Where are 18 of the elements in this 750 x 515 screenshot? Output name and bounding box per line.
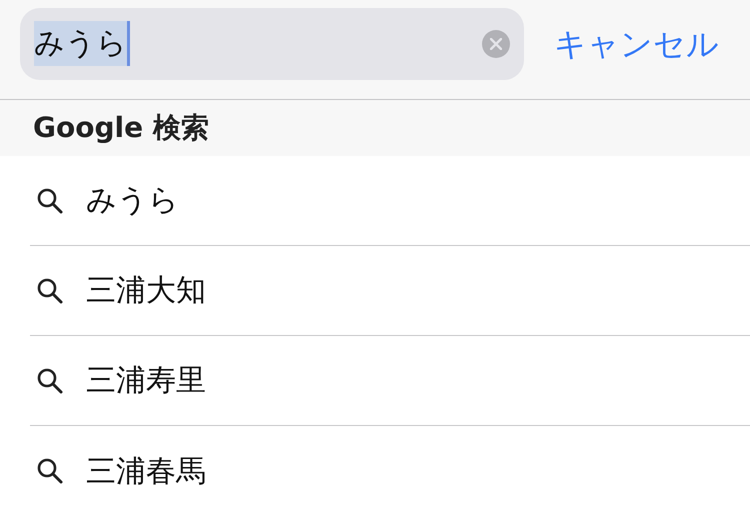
search-value: みうら [34,21,130,66]
cancel-button[interactable]: キャンセル [554,20,719,68]
suggestion-item[interactable]: みうら [36,178,179,223]
suggestion-text: みうら [86,182,179,220]
section-header: Google 検索 [33,110,209,146]
close-icon [490,38,502,50]
suggestion-item[interactable]: 三浦春馬 [36,448,206,494]
suggestion-text: 三浦大知 [86,272,206,310]
search-field[interactable]: みうら [20,8,524,80]
suggestion-item[interactable]: 三浦寿里 [36,358,206,403]
search-icon [36,457,64,485]
search-icon [36,186,64,214]
suggestion-text: 三浦寿里 [86,362,206,400]
suggestion-item[interactable]: 三浦大知 [36,268,206,313]
search-icon [36,366,64,394]
clear-button[interactable] [482,30,510,58]
search-icon [36,276,64,304]
suggestion-text: 三浦春馬 [86,452,206,490]
